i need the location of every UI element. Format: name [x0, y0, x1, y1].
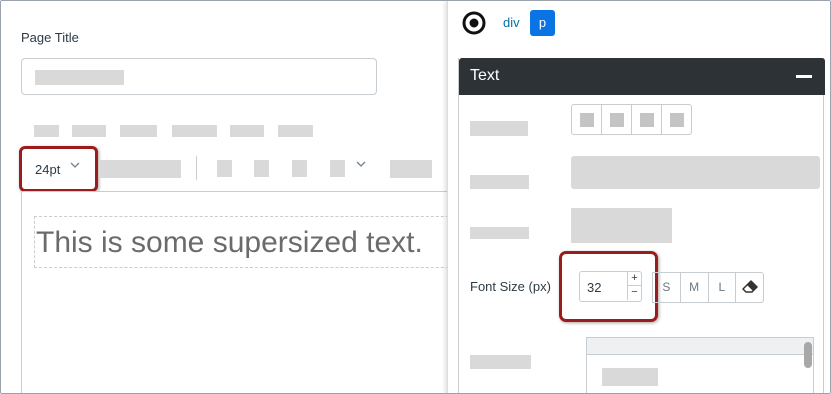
- toolbar-button-placeholder[interactable]: [217, 160, 232, 177]
- menu-placeholder[interactable]: [72, 125, 106, 137]
- toolbar-button-placeholder[interactable]: [390, 160, 432, 178]
- page-title-label: Page Title: [21, 30, 79, 45]
- panel-header[interactable]: Text: [459, 58, 825, 95]
- align-button[interactable]: [572, 105, 602, 134]
- row-label-placeholder: [470, 175, 529, 189]
- row-label-placeholder: [470, 121, 528, 136]
- menu-placeholder[interactable]: [230, 125, 264, 137]
- selected-paragraph[interactable]: This is some supersized text.: [34, 216, 464, 268]
- toolbar-button-placeholder[interactable]: [254, 160, 269, 177]
- menu-placeholder[interactable]: [120, 125, 157, 137]
- panel-title: Text: [470, 67, 500, 84]
- minus-icon[interactable]: [796, 75, 812, 78]
- align-button[interactable]: [602, 105, 632, 134]
- list-item[interactable]: [602, 368, 658, 386]
- menu-placeholder[interactable]: [172, 125, 217, 137]
- size-medium-button[interactable]: M: [679, 273, 708, 302]
- decrement-button[interactable]: −: [627, 286, 641, 300]
- increment-button[interactable]: +: [627, 272, 641, 286]
- align-button[interactable]: [632, 105, 662, 134]
- size-large-button[interactable]: L: [707, 273, 736, 302]
- font-size-number-input[interactable]: 32 + −: [579, 271, 642, 302]
- text-panel: Text Font Size (px) 32 + − S M L: [458, 58, 825, 393]
- row-label-placeholder: [470, 355, 531, 369]
- inspector-sidebar: div p Text Font Size (px) 32 + − S M L: [447, 1, 830, 393]
- scrollbar[interactable]: [804, 342, 812, 368]
- size-small-button[interactable]: S: [652, 273, 680, 302]
- eraser-icon[interactable]: [735, 273, 763, 302]
- font-size-label: Font Size (px): [470, 279, 551, 294]
- font-size-select[interactable]: 24pt: [19, 146, 98, 192]
- align-button[interactable]: [662, 105, 691, 134]
- title-placeholder-block: [35, 70, 124, 85]
- editor-content-area[interactable]: This is some supersized text.: [21, 191, 464, 393]
- paragraph-text: This is some supersized text.: [36, 226, 423, 259]
- menu-placeholder[interactable]: [278, 125, 313, 137]
- font-size-input-highlight: 32 + −: [559, 251, 658, 322]
- chevron-down-icon: [70, 158, 80, 173]
- alignment-button-group: [571, 104, 692, 135]
- toolbar-button-placeholder[interactable]: [292, 160, 307, 177]
- toolbar-divider: [196, 156, 197, 180]
- breadcrumb-p[interactable]: p: [530, 10, 555, 36]
- menu-placeholder[interactable]: [34, 125, 59, 137]
- font-size-value: 24pt: [35, 162, 61, 177]
- list-box-header: [587, 338, 813, 355]
- font-size-number-value: 32: [587, 280, 602, 295]
- field-placeholder[interactable]: [571, 156, 820, 189]
- row-label-placeholder: [470, 227, 529, 239]
- window-frame: Page Title 24pt This is some supersized …: [0, 0, 831, 394]
- block-format-placeholder[interactable]: [100, 160, 181, 178]
- target-icon[interactable]: [462, 11, 486, 35]
- size-preset-group: S M L: [652, 272, 764, 303]
- toolbar-button-placeholder[interactable]: [330, 160, 345, 177]
- editor-pane: Page Title 24pt This is some supersized …: [1, 1, 464, 393]
- chevron-down-icon[interactable]: [356, 158, 366, 172]
- page-title-input[interactable]: [21, 58, 377, 95]
- breadcrumb-div[interactable]: div: [503, 15, 520, 30]
- field-placeholder[interactable]: [571, 208, 672, 243]
- list-box[interactable]: [586, 337, 814, 393]
